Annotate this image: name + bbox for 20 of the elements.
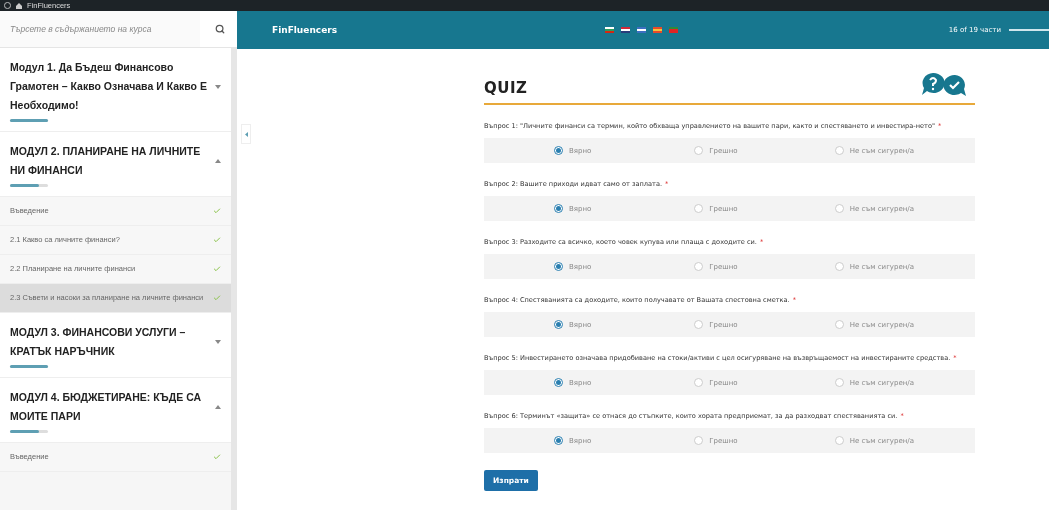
sidebar-toggle[interactable] — [241, 124, 251, 144]
module-progress-bar — [10, 430, 48, 433]
search-icon[interactable] — [215, 24, 225, 34]
module-progress-bar — [10, 184, 48, 187]
home-icon[interactable] — [16, 2, 22, 9]
flag-icon[interactable] — [621, 27, 630, 33]
quiz-title: QUIZ — [484, 79, 528, 97]
caret-left-icon[interactable] — [244, 131, 248, 137]
flag-icon[interactable] — [637, 27, 646, 33]
module-progress-bar — [10, 365, 48, 368]
caret-up-icon[interactable] — [215, 405, 221, 409]
speech-bubbles-icon — [921, 71, 967, 97]
search-field[interactable]: Търсете в съдържанието на курса — [0, 11, 200, 47]
caret-down-icon[interactable] — [215, 84, 221, 89]
flag-icon[interactable] — [605, 27, 614, 33]
module-progress-bar — [10, 119, 48, 122]
logo-icon[interactable] — [4, 2, 11, 9]
course-title: FinFluencers — [272, 25, 339, 35]
caret-up-icon[interactable] — [215, 159, 221, 163]
caret-down-icon[interactable] — [215, 340, 221, 344]
